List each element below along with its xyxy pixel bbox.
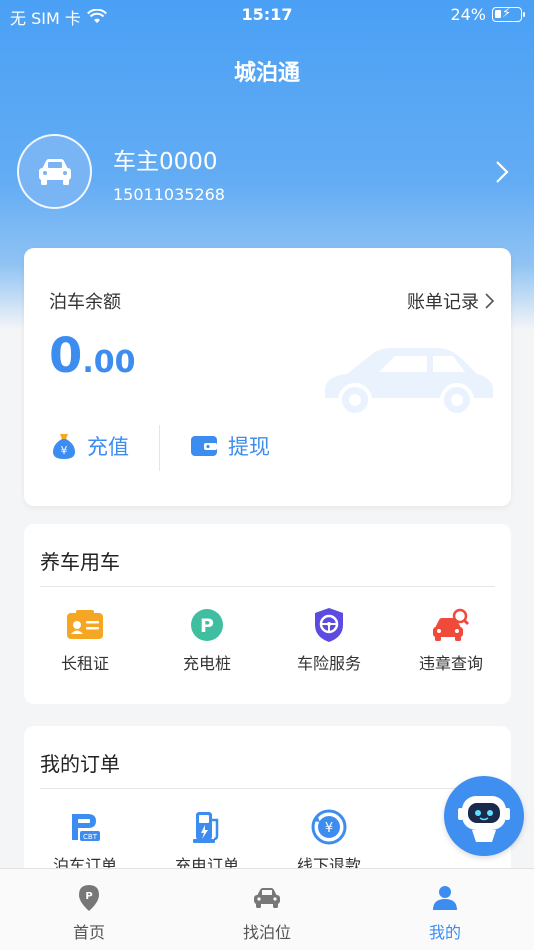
tab-mine[interactable]: 我的 bbox=[385, 883, 505, 943]
chevron-right-icon bbox=[485, 293, 495, 309]
user-phone: 15011035268 bbox=[113, 185, 225, 204]
tab-find-parking[interactable]: 找泊位 bbox=[207, 883, 327, 943]
grid-item-offline-refund[interactable]: ¥ 线下退款 bbox=[268, 808, 390, 876]
car-care-section: 养车用车 长租证 P 充电桩 车险服务 违章查询 bbox=[24, 524, 511, 704]
svg-text:P: P bbox=[85, 891, 92, 902]
parking-p-icon: P bbox=[191, 609, 223, 641]
divider bbox=[159, 425, 160, 471]
grid-item-violation-query[interactable]: 违章查询 bbox=[390, 606, 512, 674]
car-icon bbox=[254, 888, 280, 908]
grid-item-parking-orders[interactable]: CBT 泊车订单 bbox=[24, 808, 146, 876]
recharge-label: 充值 bbox=[87, 435, 129, 459]
grid-item-long-term-permit[interactable]: 长租证 bbox=[24, 606, 146, 674]
battery-percent: 24% bbox=[450, 5, 486, 24]
tab-label: 首页 bbox=[72, 923, 105, 942]
grid-item-label: 长租证 bbox=[60, 654, 109, 673]
bottom-tab-bar: P 首页 找泊位 我的 bbox=[0, 868, 534, 950]
svg-text:¥: ¥ bbox=[325, 821, 333, 836]
bill-record-link[interactable]: 账单记录 bbox=[407, 288, 495, 314]
divider bbox=[40, 586, 495, 587]
svg-text:P: P bbox=[200, 615, 214, 637]
section-title: 我的订单 bbox=[40, 752, 120, 776]
refund-icon: ¥ bbox=[311, 809, 347, 845]
chevron-right-icon[interactable] bbox=[495, 160, 509, 184]
withdraw-button[interactable]: 提现 bbox=[190, 431, 270, 461]
grid-item-label: 车险服务 bbox=[296, 654, 361, 673]
grid-item-car-insurance[interactable]: 车险服务 bbox=[268, 606, 390, 674]
balance-label: 泊车余额 bbox=[49, 292, 121, 313]
profile-row[interactable]: 车主0000 15011035268 bbox=[17, 134, 517, 210]
grid-item-charging-orders[interactable]: 充电订单 bbox=[146, 808, 268, 876]
parking-order-icon: CBT bbox=[72, 814, 100, 841]
svg-text:CBT: CBT bbox=[83, 833, 98, 841]
car-avatar-icon bbox=[38, 158, 71, 185]
divider bbox=[40, 788, 495, 789]
robot-icon bbox=[458, 796, 510, 842]
avatar[interactable] bbox=[17, 134, 92, 209]
money-bag-icon: ¥ bbox=[53, 434, 75, 459]
wallet-card: 泊车余额 账单记录 0.00 ¥ 充值 提现 bbox=[24, 248, 511, 506]
battery-icon: ⚡ bbox=[492, 6, 525, 22]
balance-amount: 0.00 bbox=[49, 328, 136, 384]
grid-item-charging-pile[interactable]: P 充电桩 bbox=[146, 606, 268, 674]
svg-text:¥: ¥ bbox=[61, 444, 68, 457]
page-title: 城泊通 bbox=[233, 61, 300, 86]
tab-label: 我的 bbox=[428, 923, 461, 942]
section-title: 养车用车 bbox=[40, 550, 120, 574]
withdraw-label: 提现 bbox=[228, 435, 270, 459]
wallet-actions: ¥ 充值 提现 bbox=[24, 423, 511, 473]
map-pin-p-icon: P bbox=[79, 885, 99, 911]
user-icon bbox=[433, 886, 457, 910]
bill-record-label: 账单记录 bbox=[407, 292, 479, 313]
my-orders-section: 我的订单 CBT 泊车订单 充电订单 ¥ 线下退款 bbox=[24, 726, 511, 886]
grid-item-label: 违章查询 bbox=[418, 654, 483, 673]
wallet-icon bbox=[191, 436, 217, 456]
car-watermark-icon bbox=[325, 348, 493, 417]
balance-decimal: .00 bbox=[82, 345, 136, 380]
grid-item-label: 充电桩 bbox=[182, 654, 231, 673]
status-bar: 无 SIM 卡 15:17 24% ⚡ bbox=[0, 0, 534, 30]
tab-label: 找泊位 bbox=[242, 923, 291, 942]
assistant-robot-button[interactable] bbox=[444, 776, 524, 856]
car-search-icon bbox=[433, 608, 470, 641]
user-name: 车主0000 bbox=[113, 149, 218, 175]
tab-home[interactable]: P 首页 bbox=[29, 883, 149, 943]
shield-wheel-icon bbox=[315, 608, 343, 642]
charging-order-icon bbox=[193, 812, 219, 843]
balance-integer: 0 bbox=[49, 328, 83, 384]
card-icon bbox=[67, 610, 103, 639]
recharge-button[interactable]: ¥ 充值 bbox=[51, 431, 129, 461]
